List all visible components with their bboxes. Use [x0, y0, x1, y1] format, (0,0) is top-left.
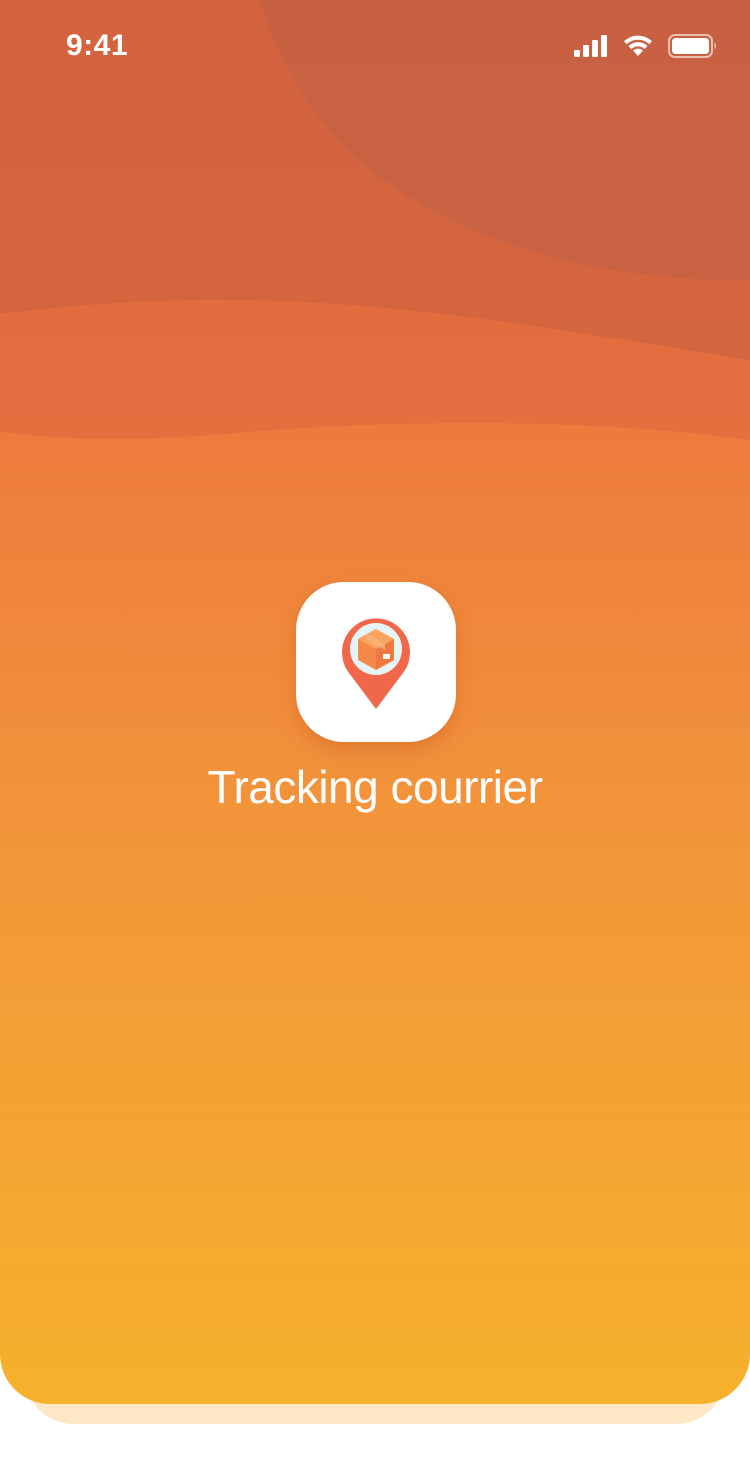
- splash-screen: 9:41 Tracking courrier: [0, 0, 750, 1404]
- status-icons: [574, 34, 718, 58]
- status-bar: 9:41: [0, 0, 750, 92]
- wifi-icon: [624, 35, 652, 56]
- app-title: Tracking courrier: [207, 761, 543, 813]
- status-time: 9:41: [66, 29, 129, 62]
- location-pin-package-icon: [342, 618, 410, 709]
- app-logo-tile: [296, 582, 456, 742]
- battery-icon: [668, 34, 716, 58]
- cellular-signal-icon: [574, 35, 607, 57]
